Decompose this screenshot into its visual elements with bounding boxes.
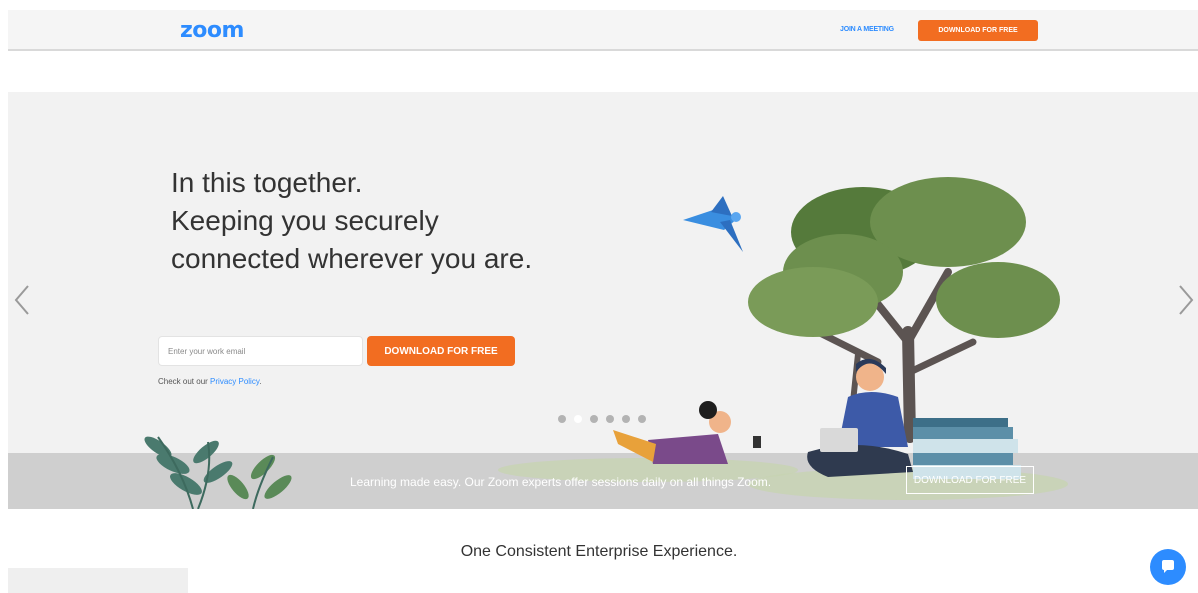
carousel-next-arrow[interactable] [1176,282,1196,325]
band-message: Learning made easy. Our Zoom experts off… [350,475,772,489]
carousel-dot[interactable] [622,415,630,423]
privacy-prefix: Check out our [158,377,208,386]
hero-headline: In this together. Keeping you securely c… [171,164,532,278]
join-meeting-link[interactable]: JOIN A MEETING [840,26,894,33]
carousel-dot[interactable] [638,415,646,423]
carousel-indicators [558,415,646,423]
carousel-dot[interactable] [558,415,566,423]
carousel-dot[interactable] [590,415,598,423]
work-email-input[interactable] [158,336,363,366]
chevron-right-icon [1179,285,1194,315]
hero-headline-line: connected wherever you are. [171,243,533,274]
hero-headline-line: In this together. [171,167,363,198]
carousel-dot[interactable] [574,415,582,423]
privacy-suffix: . [259,377,262,386]
bird-illustration [683,196,743,252]
chat-bubble-icon [1162,560,1174,573]
hero-carousel: In this together. Keeping you securely c… [8,92,1198,509]
privacy-policy-link[interactable]: Privacy Policy [210,377,259,386]
content-placeholder [8,568,188,593]
top-navbar: zoom JOIN A MEETING DOWNLOAD FOR FREE [8,10,1198,51]
tree [814,268,977,443]
chevron-left-icon [14,285,29,315]
hero-illustration [144,177,1068,509]
carousel-prev-arrow[interactable] [12,282,32,325]
nav-download-button[interactable]: DOWNLOAD FOR FREE [918,20,1038,41]
carousel-dot[interactable] [606,415,614,423]
chat-button[interactable] [1150,549,1186,585]
section-heading: One Consistent Enterprise Experience. [460,543,738,560]
hero-headline-line: Keeping you securely [171,205,439,236]
privacy-notice: Check out our Privacy Policy. [158,377,261,386]
tree-foliage [748,177,1060,338]
zoom-logo[interactable]: zoom [180,18,244,43]
hero-download-button[interactable]: DOWNLOAD FOR FREE [367,336,515,366]
band-download-button[interactable]: DOWNLOAD FOR FREE [906,466,1034,494]
